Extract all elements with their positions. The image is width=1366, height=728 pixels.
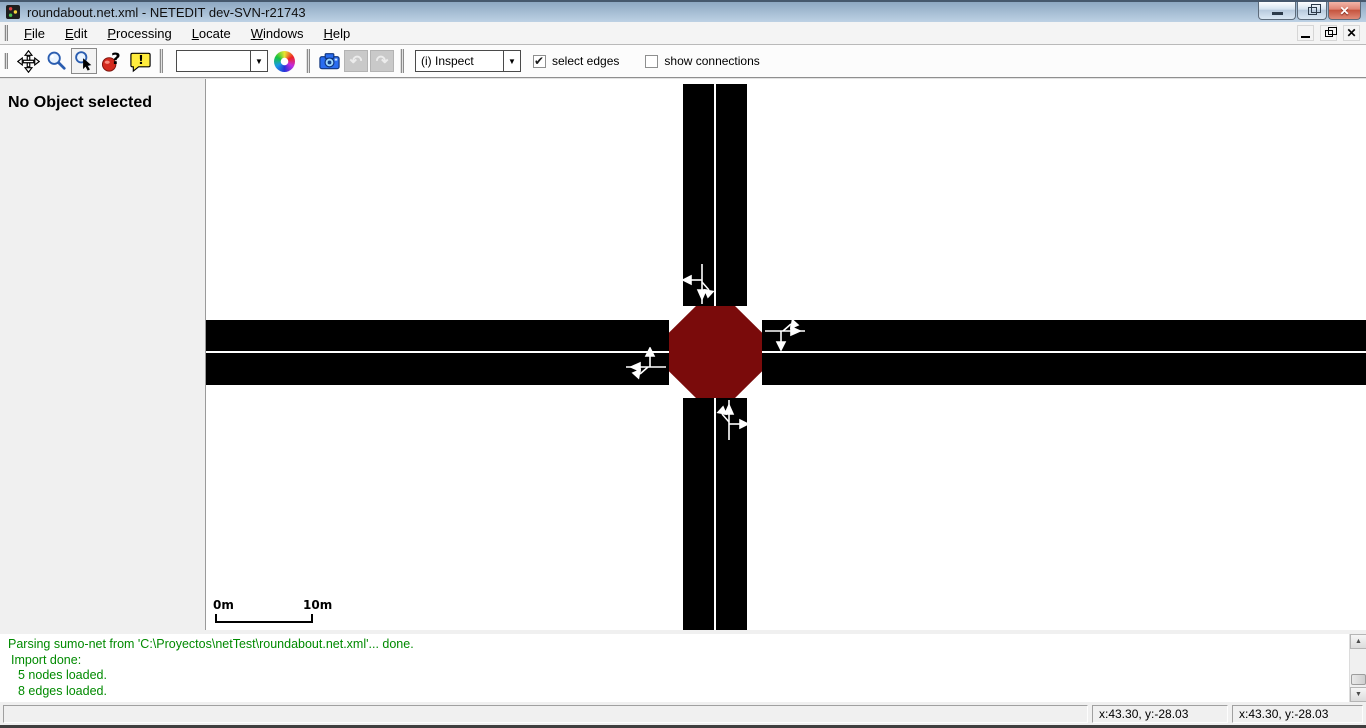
redo-button[interactable]: ↷ <box>370 50 394 72</box>
zoom-cursor-icon <box>73 50 95 72</box>
select-edges-label: select edges <box>552 54 619 68</box>
move-icon <box>17 50 40 73</box>
menu-processing[interactable]: Processing <box>97 23 181 44</box>
toolbar-separator <box>400 49 404 73</box>
toolbar-separator <box>306 49 310 73</box>
log-line: 8 edges loaded. <box>8 684 1358 700</box>
message-icon: ! <box>129 50 152 73</box>
connection-arrows-south <box>713 398 749 442</box>
content-area: No Object selected <box>0 79 1366 630</box>
scale-bar: 0m 10m <box>211 598 351 623</box>
connection-arrows-west <box>624 347 668 383</box>
close-icon: ✕ <box>1339 4 1349 18</box>
svg-text:!: ! <box>138 52 144 67</box>
select-edges-option: select edges <box>533 54 619 68</box>
connection-arrows-north <box>682 262 718 306</box>
toolbar-grip[interactable] <box>4 53 8 69</box>
netedit-window: roundabout.net.xml - NETEDIT dev-SVN-r21… <box>0 0 1366 728</box>
view-settings-combo[interactable]: ▼ <box>176 50 268 72</box>
status-message-field <box>3 705 1088 723</box>
undo-icon: ↶ <box>350 54 363 69</box>
log-line: 5 nodes loaded. <box>8 668 1358 684</box>
help-button[interactable]: ? <box>99 48 125 74</box>
show-connections-checkbox[interactable] <box>645 55 658 68</box>
zoom-icon <box>45 50 67 72</box>
app-icon <box>6 5 20 19</box>
lane-line-west <box>206 351 669 353</box>
title-bar[interactable]: roundabout.net.xml - NETEDIT dev-SVN-r21… <box>0 0 1366 22</box>
status-bar: x:43.30, y:-28.03 x:43.30, y:-28.03 <box>0 702 1366 725</box>
menu-bar: File Edit Processing Locate Windows Help… <box>0 22 1366 45</box>
edit-mode-value: (i) Inspect <box>416 54 503 68</box>
scale-start-label: 0m <box>213 598 234 612</box>
menu-locate[interactable]: Locate <box>182 23 241 44</box>
message-window-button[interactable]: ! <box>127 48 153 74</box>
log-scrollbar[interactable]: ▲ ▼ <box>1349 634 1366 702</box>
mdi-restore-button[interactable] <box>1320 25 1337 41</box>
junction-node[interactable] <box>669 306 762 398</box>
menubar-grip[interactable] <box>4 25 8 41</box>
show-connections-label: show connections <box>664 54 759 68</box>
inspector-panel: No Object selected <box>0 79 206 630</box>
connection-arrows-east <box>763 315 807 351</box>
window-title: roundabout.net.xml - NETEDIT dev-SVN-r21… <box>27 5 306 20</box>
lane-line-east <box>762 351 1366 353</box>
move-view-button[interactable] <box>15 48 41 74</box>
scale-bracket <box>215 614 313 623</box>
message-log: Parsing sumo-net from 'C:\Proyectos\netT… <box>0 634 1366 702</box>
cursor-position-field: x:43.30, y:-28.03 <box>1092 705 1228 723</box>
edit-mode-combo[interactable]: (i) Inspect ▼ <box>415 50 521 72</box>
scroll-down-icon[interactable]: ▼ <box>1350 687 1366 702</box>
help-icon: ? <box>101 50 124 73</box>
menu-edit[interactable]: Edit <box>55 23 97 44</box>
mdi-minimize-button[interactable] <box>1297 25 1314 41</box>
scrollbar-thumb[interactable] <box>1351 674 1366 685</box>
toolbar: ? ! ▼ ↶ ↷ <box>0 45 1366 79</box>
minimize-icon <box>1272 12 1283 15</box>
zoom-button[interactable] <box>43 48 69 74</box>
toolbar-separator <box>159 49 163 73</box>
menu-help[interactable]: Help <box>313 23 360 44</box>
chevron-down-icon[interactable]: ▼ <box>503 51 520 71</box>
log-line: Import done: <box>8 653 1358 669</box>
mdi-close-button[interactable]: ✕ <box>1343 25 1360 41</box>
redo-icon: ↷ <box>376 54 389 69</box>
mdi-close-icon: ✕ <box>1346 27 1356 39</box>
svg-text:?: ? <box>111 50 120 68</box>
scale-end-label: 10m <box>303 598 332 612</box>
camera-icon <box>318 50 341 73</box>
select-edges-checkbox[interactable] <box>533 55 546 68</box>
zoom-cursor-button[interactable] <box>71 48 97 74</box>
network-canvas[interactable]: 0m 10m <box>206 79 1366 630</box>
inspector-message: No Object selected <box>0 79 205 112</box>
menu-windows[interactable]: Windows <box>241 23 314 44</box>
minimize-button[interactable] <box>1258 2 1296 20</box>
close-button[interactable]: ✕ <box>1328 2 1361 20</box>
screenshot-button[interactable] <box>316 48 342 74</box>
mdi-minimize-icon <box>1301 36 1310 38</box>
cursor-position-field-2: x:43.30, y:-28.03 <box>1232 705 1363 723</box>
mdi-restore-icon <box>1325 30 1333 37</box>
show-connections-option: show connections <box>645 54 759 68</box>
restore-button[interactable] <box>1297 2 1327 20</box>
scroll-up-icon[interactable]: ▲ <box>1350 634 1366 649</box>
chevron-down-icon[interactable]: ▼ <box>250 51 267 71</box>
restore-icon <box>1308 7 1317 15</box>
log-line: Parsing sumo-net from 'C:\Proyectos\netT… <box>8 637 1358 653</box>
undo-button[interactable]: ↶ <box>344 50 368 72</box>
menu-file[interactable]: File <box>14 23 55 44</box>
color-wheel-icon[interactable] <box>274 51 295 72</box>
